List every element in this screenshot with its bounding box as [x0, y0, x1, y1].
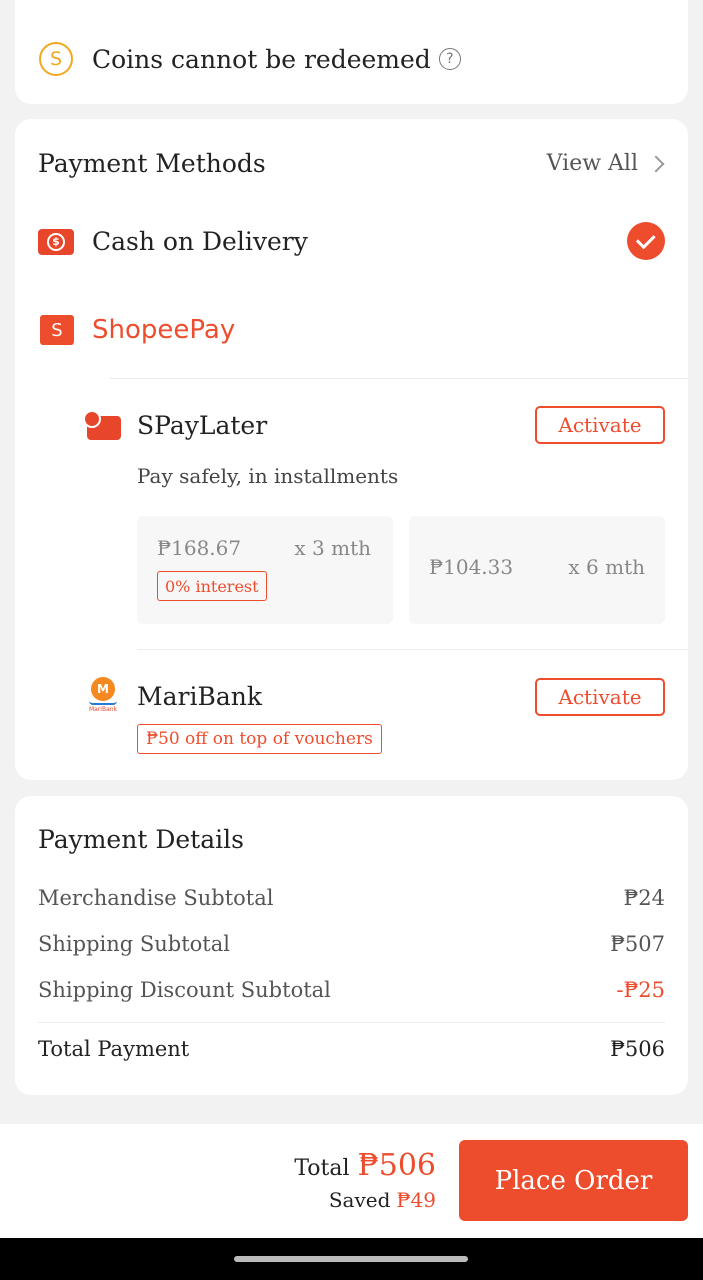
- maribank-promo-tag: ₱50 off on top of vouchers: [137, 724, 382, 754]
- detail-label: Merchandise Subtotal: [38, 886, 274, 910]
- installment-plan-6mth[interactable]: ₱104.33 x 6 mth: [409, 516, 665, 624]
- cash-icon: $: [38, 228, 74, 255]
- help-icon[interactable]: ?: [438, 48, 461, 70]
- total-payment-row: Total Payment ₱506: [38, 1037, 665, 1061]
- payment-details-card: Payment Details Merchandise Subtotal ₱24…: [15, 796, 688, 1095]
- plan-amount: ₱104.33: [429, 555, 514, 579]
- plan-amount: ₱168.67: [157, 536, 242, 560]
- shopeepay-label: ShopeePay: [92, 315, 236, 345]
- payment-methods-card: Payment Methods View All $ Cash on Deliv…: [15, 119, 688, 780]
- plan-term: x 6 mth: [568, 555, 645, 579]
- spaylater-icon: [83, 410, 121, 440]
- payment-option-cod[interactable]: $ Cash on Delivery: [38, 227, 308, 256]
- selected-check-icon: [627, 222, 665, 260]
- interest-badge: 0% interest: [157, 571, 267, 601]
- detail-row-shipping-discount: Shipping Discount Subtotal -₱25: [38, 978, 665, 1002]
- maribank-title: MariBank: [137, 682, 262, 711]
- plan-term: x 3 mth: [294, 536, 371, 560]
- divider: [110, 378, 688, 379]
- order-total: Total ₱506: [294, 1148, 436, 1183]
- detail-value: ₱24: [623, 886, 665, 910]
- saved-value: ₱49: [396, 1188, 436, 1212]
- coins-card: S Coins cannot be redeemed ?: [15, 0, 688, 104]
- view-all-label: View All: [546, 151, 638, 176]
- detail-row-shipping: Shipping Subtotal ₱507: [38, 932, 665, 956]
- total-payment-value: ₱506: [610, 1037, 665, 1061]
- detail-label: Shipping Discount Subtotal: [38, 978, 331, 1002]
- spaylater-activate-button[interactable]: Activate: [535, 406, 665, 444]
- detail-value: -₱25: [616, 978, 665, 1002]
- payment-methods-title: Payment Methods: [38, 149, 266, 178]
- saved-label: Saved: [328, 1188, 391, 1212]
- spaylater-subtitle: Pay safely, in installments: [137, 464, 399, 488]
- view-all-link[interactable]: View All: [546, 151, 665, 176]
- checkout-bar: Total ₱506 Saved ₱49 Place Order: [0, 1124, 703, 1238]
- coins-status-text: Coins cannot be redeemed: [92, 44, 431, 74]
- installment-plan-3mth[interactable]: ₱168.67 x 3 mth 0% interest: [137, 516, 393, 624]
- cod-label: Cash on Delivery: [92, 227, 308, 256]
- detail-label: Shipping Subtotal: [38, 932, 230, 956]
- payment-option-shopeepay[interactable]: S ShopeePay: [40, 315, 235, 345]
- place-order-button[interactable]: Place Order: [459, 1140, 688, 1221]
- divider: [137, 649, 688, 650]
- detail-value: ₱507: [610, 932, 665, 956]
- maribank-activate-button[interactable]: Activate: [535, 678, 665, 716]
- maribank-icon: M MariBank: [86, 677, 120, 717]
- shopeepay-icon: S: [40, 315, 74, 345]
- system-nav-bar: [0, 1238, 703, 1280]
- chevron-right-icon: [647, 155, 665, 172]
- total-payment-label: Total Payment: [38, 1037, 190, 1061]
- home-gesture-handle[interactable]: [234, 1256, 468, 1262]
- divider: [38, 1022, 665, 1023]
- total-label: Total: [294, 1156, 350, 1181]
- spaylater-title: SPayLater: [137, 411, 268, 440]
- total-value: ₱506: [357, 1148, 436, 1183]
- payment-details-title: Payment Details: [38, 825, 244, 854]
- order-saved: Saved ₱49: [329, 1188, 436, 1212]
- detail-row-merchandise: Merchandise Subtotal ₱24: [38, 886, 665, 910]
- coins-row: S Coins cannot be redeemed ?: [39, 42, 461, 76]
- coin-icon: S: [39, 42, 73, 76]
